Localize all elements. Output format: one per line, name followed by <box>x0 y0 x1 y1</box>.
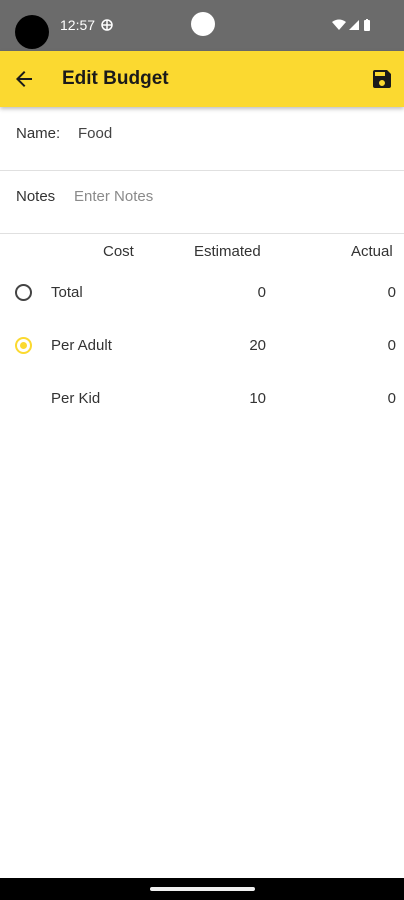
wifi-icon <box>332 19 346 30</box>
per-adult-radio[interactable] <box>15 337 32 354</box>
estimated-value[interactable]: 10 <box>206 390 266 407</box>
status-bar: 12:57 <box>0 0 404 51</box>
estimated-value[interactable]: 20 <box>206 337 266 354</box>
status-icons <box>332 19 370 31</box>
actual-value[interactable]: 0 <box>336 337 396 354</box>
row-label: Per Kid <box>51 390 101 407</box>
actual-value[interactable]: 0 <box>336 390 396 407</box>
page-title: Edit Budget <box>62 68 169 89</box>
sync-icon <box>101 19 113 31</box>
app-bar: Edit Budget <box>0 51 404 107</box>
notes-input[interactable] <box>74 188 374 205</box>
actual-header: Actual <box>351 243 393 260</box>
signal-icon <box>349 20 359 30</box>
row-label: Per Adult <box>51 337 112 354</box>
estimated-header: Estimated <box>194 243 261 260</box>
actual-value[interactable]: 0 <box>336 284 396 301</box>
save-icon[interactable] <box>370 67 394 91</box>
camera-cutout <box>15 15 49 49</box>
name-row: Name: Food <box>0 108 404 171</box>
battery-icon <box>364 19 370 31</box>
notes-row: Notes <box>0 171 404 234</box>
front-camera <box>191 12 215 36</box>
total-radio[interactable] <box>15 284 32 301</box>
name-label: Name: <box>16 125 61 142</box>
name-value[interactable]: Food <box>78 125 112 142</box>
back-arrow-icon[interactable] <box>12 67 36 91</box>
estimated-value[interactable]: 0 <box>206 284 266 301</box>
navigation-bar <box>0 878 404 900</box>
notes-label: Notes <box>16 188 56 205</box>
home-gesture-handle[interactable] <box>150 887 255 891</box>
cost-header: Cost <box>103 243 134 260</box>
status-time: 12:57 <box>60 17 96 33</box>
row-label: Total <box>51 284 83 301</box>
